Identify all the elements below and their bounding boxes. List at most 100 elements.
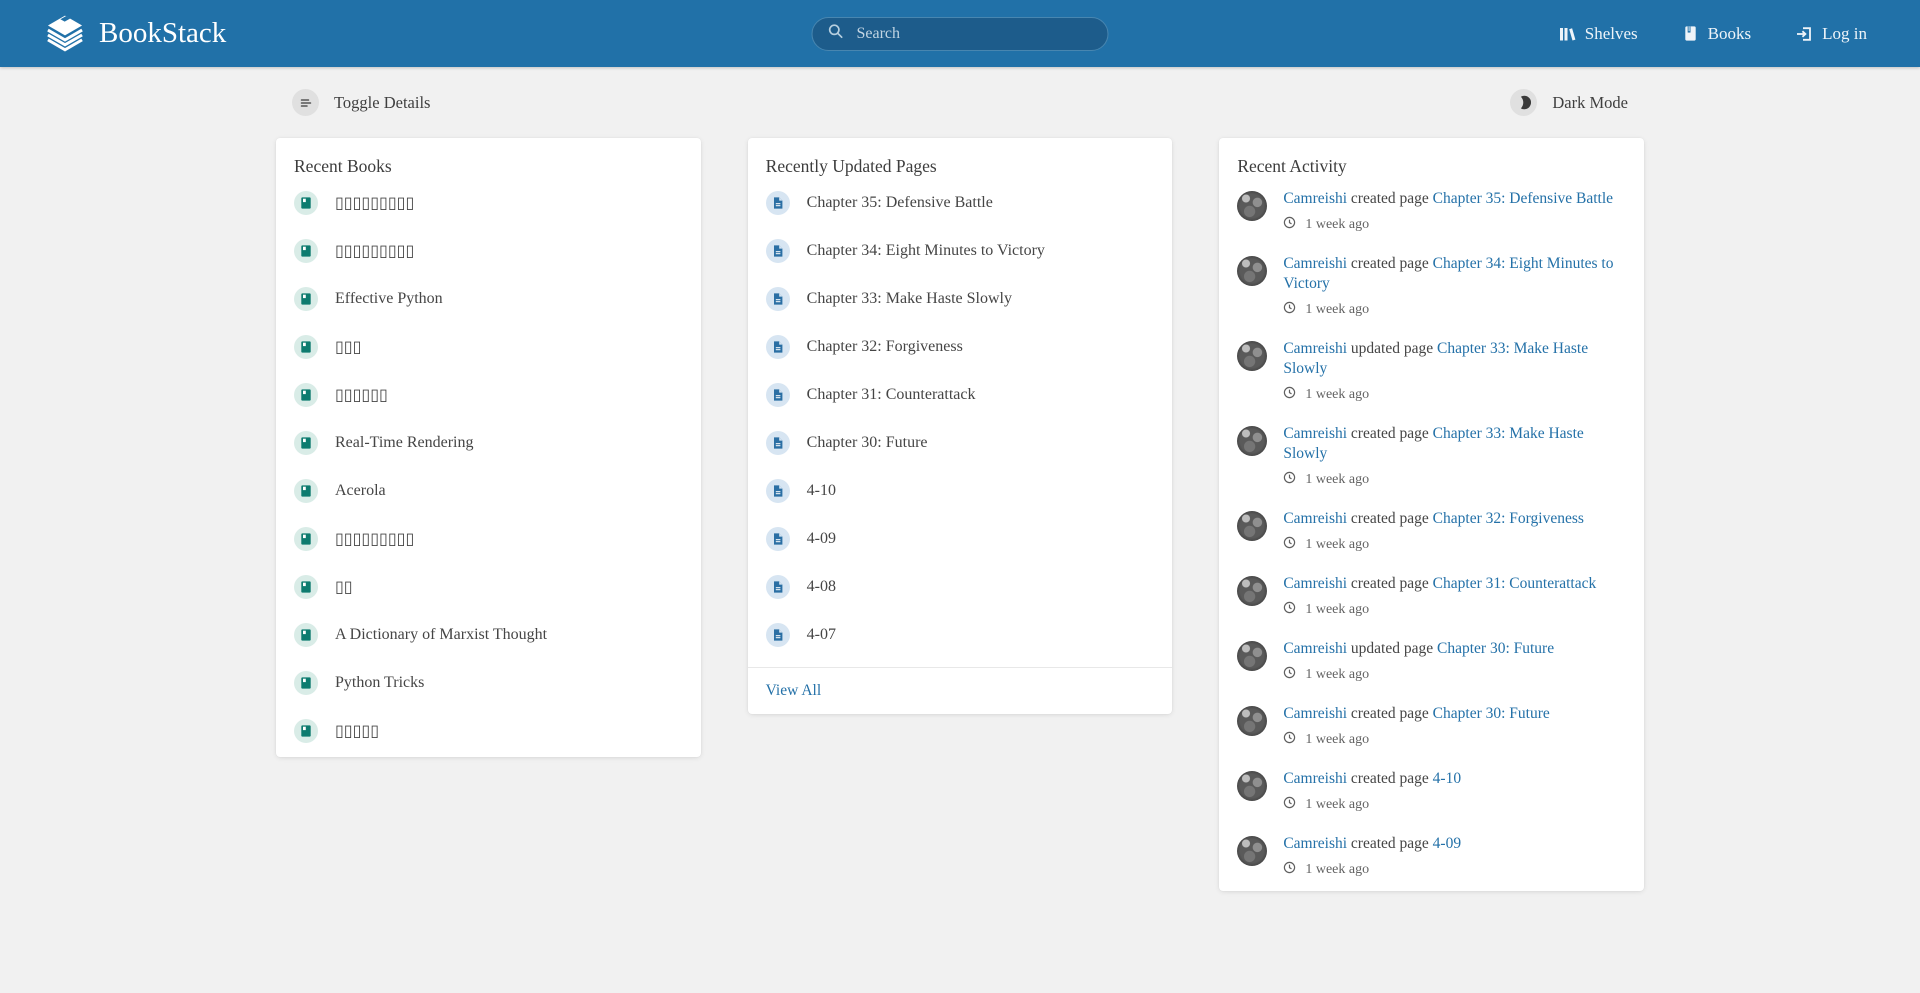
dark-mode-label: Dark Mode [1552,93,1628,113]
book-title: Real-Time Rendering [335,434,474,452]
clock-icon [1283,301,1296,319]
pages-card-footer: View All [748,667,1173,712]
shelves-icon [1558,25,1576,43]
activity-time: 1 week ago [1305,302,1369,318]
activity-page-link[interactable]: 4-10 [1433,770,1461,787]
bookstack-logo-icon [44,13,86,55]
book-title: ▯▯▯▯▯▯▯▯▯ [335,241,414,261]
activity-item: Camreishi created page Chapter 33: Make … [1219,414,1644,499]
page-list-item[interactable]: Chapter 30: Future [748,419,1173,467]
page-list-item[interactable]: 4-08 [748,563,1173,611]
activity-user-link[interactable]: Camreishi [1283,190,1347,207]
recent-activity-card: Recent Activity Camreishi created page C… [1219,138,1644,891]
book-icon [294,623,318,647]
activity-item: Camreishi updated page Chapter 33: Make … [1219,329,1644,414]
clock-icon [1283,386,1296,404]
book-list-item[interactable]: Effective Python [276,275,701,323]
activity-user-link[interactable]: Camreishi [1283,340,1347,357]
page-list-item[interactable]: 4-10 [748,467,1173,515]
page-list-item[interactable]: Chapter 32: Forgiveness [748,323,1173,371]
search-bar[interactable] [812,17,1109,51]
book-title: Acerola [335,482,386,500]
avatar [1237,706,1267,736]
activity-action: created page [1351,835,1429,852]
avatar [1237,256,1267,286]
activity-user-link[interactable]: Camreishi [1283,575,1347,592]
search-input[interactable] [855,24,1093,44]
page-icon [766,479,790,503]
search-icon [828,23,844,44]
book-list-item[interactable]: ▯▯▯▯▯▯▯▯▯ [276,227,701,275]
book-list-item[interactable]: ▯▯▯▯▯ [276,707,701,755]
activity-page-link[interactable]: Chapter 30: Future [1437,640,1554,657]
avatar [1237,771,1267,801]
page-title: 4-10 [807,482,836,500]
page-list-item[interactable]: 4-07 [748,611,1173,659]
clock-icon [1283,601,1296,619]
activity-action: updated page [1351,340,1433,357]
book-icon [294,671,318,695]
activity-time: 1 week ago [1305,667,1369,683]
recently-updated-pages-title: Recently Updated Pages [748,138,1173,179]
activity-time: 1 week ago [1305,797,1369,813]
nav-shelves[interactable]: Shelves [1558,24,1638,44]
page-icon [766,239,790,263]
page-list-item[interactable]: 4-09 [748,515,1173,563]
activity-page-link[interactable]: Chapter 31: Counterattack [1433,575,1597,592]
page-title: Chapter 32: Forgiveness [807,338,963,356]
activity-user-link[interactable]: Camreishi [1283,425,1347,442]
activity-item: Camreishi created page 4-091 week ago [1219,824,1644,889]
toggle-details-icon[interactable] [292,89,319,116]
activity-user-link[interactable]: Camreishi [1283,640,1347,657]
nav-books-label: Books [1708,24,1751,44]
book-list-item[interactable]: Real-Time Rendering [276,419,701,467]
book-list-item[interactable]: ▯▯▯▯▯▯ [276,371,701,419]
page-list-item[interactable]: Chapter 35: Defensive Battle [748,179,1173,227]
avatar [1237,511,1267,541]
book-list-item[interactable]: ▯▯ [276,563,701,611]
nav-books[interactable]: Books [1682,24,1751,44]
recent-activity-list: Camreishi created page Chapter 35: Defen… [1219,179,1644,889]
activity-user-link[interactable]: Camreishi [1283,510,1347,527]
view-all-link[interactable]: View All [766,682,821,699]
book-list-item[interactable]: Acerola [276,467,701,515]
home-cards-grid: Recent Books ▯▯▯▯▯▯▯▯▯ ▯▯▯▯▯▯▯▯▯ Effecti… [276,138,1644,891]
book-icon [294,239,318,263]
activity-page-link[interactable]: Chapter 32: Forgiveness [1433,510,1584,527]
activity-user-link[interactable]: Camreishi [1283,255,1347,272]
avatar [1237,576,1267,606]
page-list-item[interactable]: Chapter 33: Make Haste Slowly [748,275,1173,323]
dark-mode-button[interactable]: Dark Mode [1510,89,1628,116]
page-list-item[interactable]: Chapter 31: Counterattack [748,371,1173,419]
book-list-item[interactable]: ▯▯▯▯▯▯▯▯▯ [276,515,701,563]
activity-item: Camreishi created page Chapter 31: Count… [1219,564,1644,629]
activity-action: updated page [1351,640,1433,657]
activity-user-link[interactable]: Camreishi [1283,770,1347,787]
book-icon [294,287,318,311]
activity-page-link[interactable]: Chapter 35: Defensive Battle [1433,190,1613,207]
activity-user-link[interactable]: Camreishi [1283,705,1347,722]
activity-page-link[interactable]: Chapter 30: Future [1433,705,1550,722]
nav-login[interactable]: Log in [1795,24,1867,44]
brand-home-link[interactable]: BookStack [44,13,226,55]
book-list-item[interactable]: ▯▯▯ [276,323,701,371]
recent-activity-title: Recent Activity [1219,138,1644,179]
activity-item: Camreishi updated page Chapter 30: Futur… [1219,629,1644,694]
book-list-item[interactable]: A Dictionary of Marxist Thought [276,611,701,659]
clock-icon [1283,666,1296,684]
activity-user-link[interactable]: Camreishi [1283,835,1347,852]
moon-icon[interactable] [1510,89,1537,116]
book-icon [294,527,318,551]
book-list-item[interactable]: ▯▯▯▯▯▯▯▯▯ [276,179,701,227]
page-title: 4-08 [807,578,836,596]
page-list-item[interactable]: Chapter 34: Eight Minutes to Victory [748,227,1173,275]
activity-item: Camreishi created page Chapter 35: Defen… [1219,179,1644,244]
activity-item: Camreishi created page 4-101 week ago [1219,759,1644,824]
book-icon [294,335,318,359]
avatar [1237,641,1267,671]
navbar-links: Shelves Books [1558,24,1867,44]
toggle-details-button[interactable]: Toggle Details [292,89,430,116]
book-list-item[interactable]: Python Tricks [276,659,701,707]
activity-page-link[interactable]: 4-09 [1433,835,1461,852]
activity-action: created page [1351,575,1429,592]
